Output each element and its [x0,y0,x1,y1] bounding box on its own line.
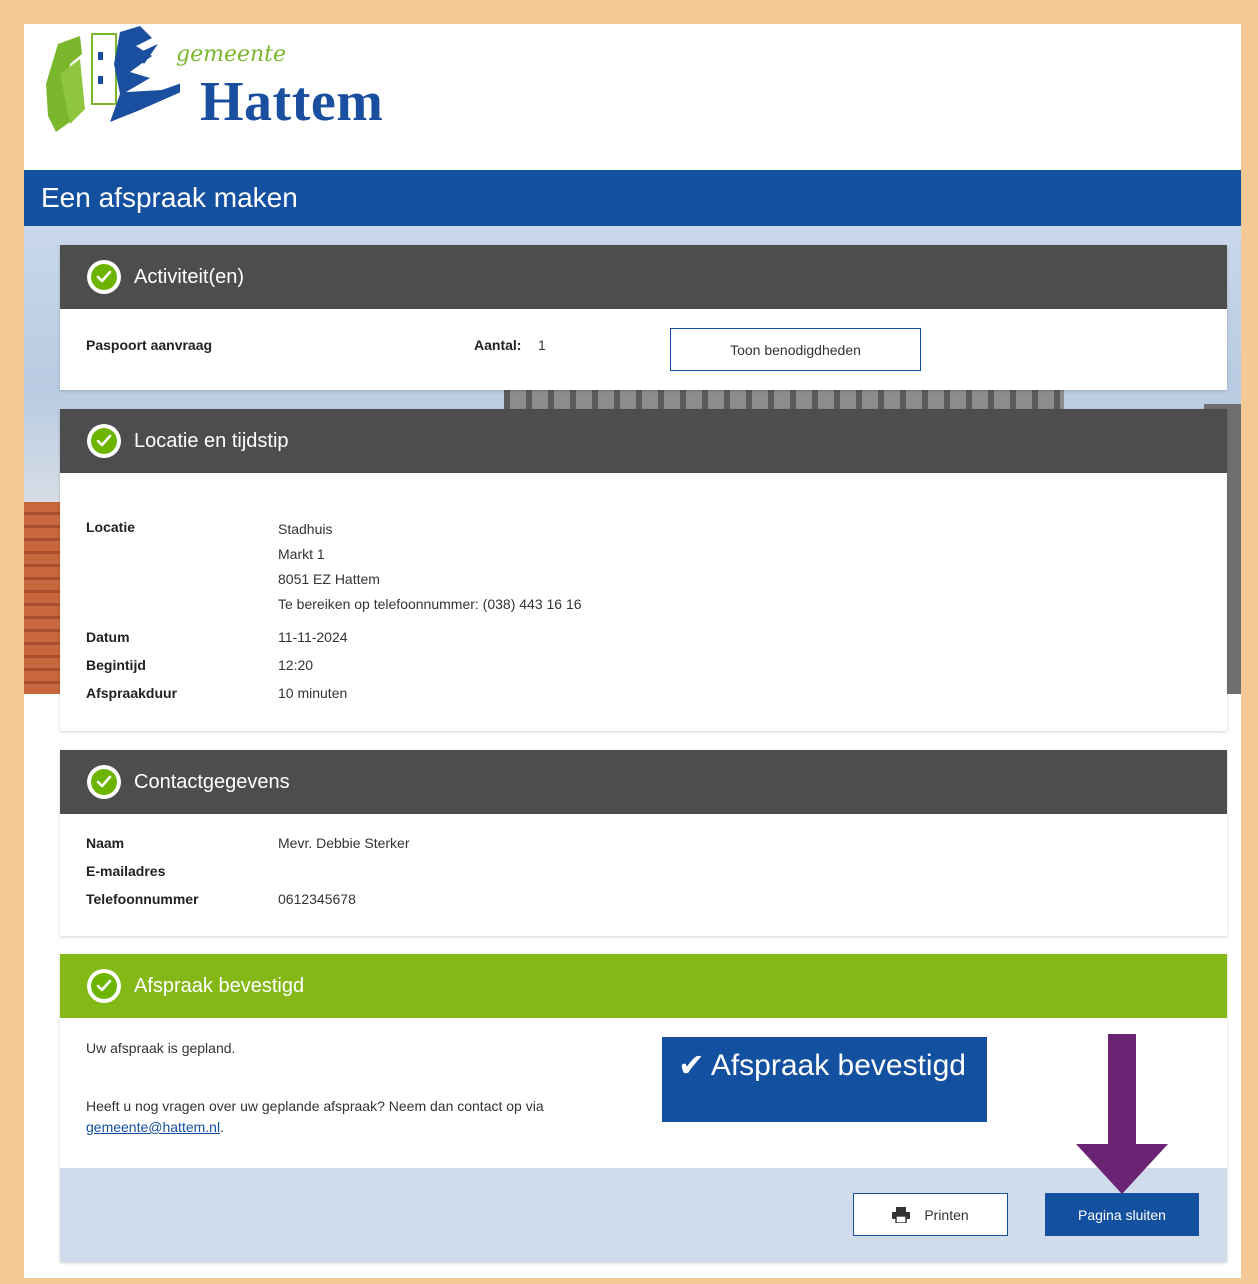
printer-icon [892,1206,911,1223]
name-value: Mevr. Debbie Sterker [278,835,410,851]
confirmation-header: Afspraak bevestigd [60,954,1227,1018]
duration-label: Afspraakduur [86,685,178,701]
close-page-button[interactable]: Pagina sluiten [1045,1193,1199,1236]
count-label: Aantal: [474,337,522,353]
phone-value: 0612345678 [278,891,356,907]
activities-card: Activiteit(en) Paspoort aanvraag Aantal:… [60,245,1227,390]
checkmark-icon: ✔ [678,1047,705,1083]
show-requirements-button[interactable]: Toon benodigdheden [670,328,921,371]
duration-value: 10 minuten [278,685,348,701]
check-circle-icon [87,765,121,799]
down-arrow-icon [1076,1034,1168,1194]
phone-label: Telefoonnummer [86,891,199,907]
print-button[interactable]: Printen [853,1193,1008,1236]
check-circle-icon [87,969,121,1003]
logo-title: Hattem [200,71,384,133]
activity-label: Paspoort aanvraag [86,337,213,353]
page-title: Een afspraak maken [41,182,298,213]
location-card: Locatie en tijdstip Locatie Stadhuis Mar… [60,409,1227,731]
location-label: Locatie [86,519,136,535]
start-time-value: 12:20 [278,657,314,673]
address-line: Stadhuis [278,521,333,537]
confirmation-heading: Afspraak bevestigd [134,974,305,997]
activities-heading: Activiteit(en) [134,265,245,288]
count-value: 1 [538,337,546,353]
date-label: Datum [86,629,130,645]
title-bar: Een afspraak maken [24,170,1241,226]
activities-header: Activiteit(en) [60,245,1227,309]
address-line: 8051 EZ Hattem [278,571,380,587]
print-label: Printen [924,1206,969,1223]
confirmed-badge-text: Afspraak bevestigd [710,1049,966,1082]
email-link[interactable]: gemeente@hattem.nl [86,1119,220,1135]
contact-heading: Contactgegevens [134,770,290,793]
close-page-label: Pagina sluiten [1078,1206,1166,1223]
address-phone: Te bereiken op telefoonnummer: (038) 443… [278,596,582,612]
questions-text: Heeft u nog vragen over uw geplande afsp… [86,1096,626,1138]
confirmed-badge: ✔ Afspraak bevestigd [662,1037,987,1122]
date-value: 11-11-2024 [278,629,348,645]
start-time-label: Begintijd [86,657,146,673]
background-roof [24,502,64,694]
check-circle-icon [87,260,121,294]
questions-sentence: Heeft u nog vragen over uw geplande afsp… [86,1098,544,1114]
confirmation-card: Afspraak bevestigd Uw afspraak is geplan… [60,954,1227,1262]
action-bar: Printen Pagina sluiten [60,1168,1227,1262]
show-requirements-label: Toon benodigdheden [730,341,861,358]
location-heading: Locatie en tijdstip [134,429,289,452]
name-label: Naam [86,835,125,851]
contact-header: Contactgegevens [60,750,1227,814]
address-line: Markt 1 [278,546,325,562]
check-circle-icon [87,424,121,458]
logo-subtitle: gemeente [176,42,287,67]
page-frame: gemeente Hattem Een afspraak maken Activ… [24,24,1241,1278]
planned-text: Uw afspraak is gepland. [86,1040,236,1056]
header: gemeente Hattem [24,24,1241,170]
contact-card: Contactgegevens Naam Mevr. Debbie Sterke… [60,750,1227,936]
hattem-logo-icon [46,26,180,132]
email-suffix: . [220,1119,224,1135]
email-label: E-mailadres [86,863,166,879]
location-header: Locatie en tijdstip [60,409,1227,473]
